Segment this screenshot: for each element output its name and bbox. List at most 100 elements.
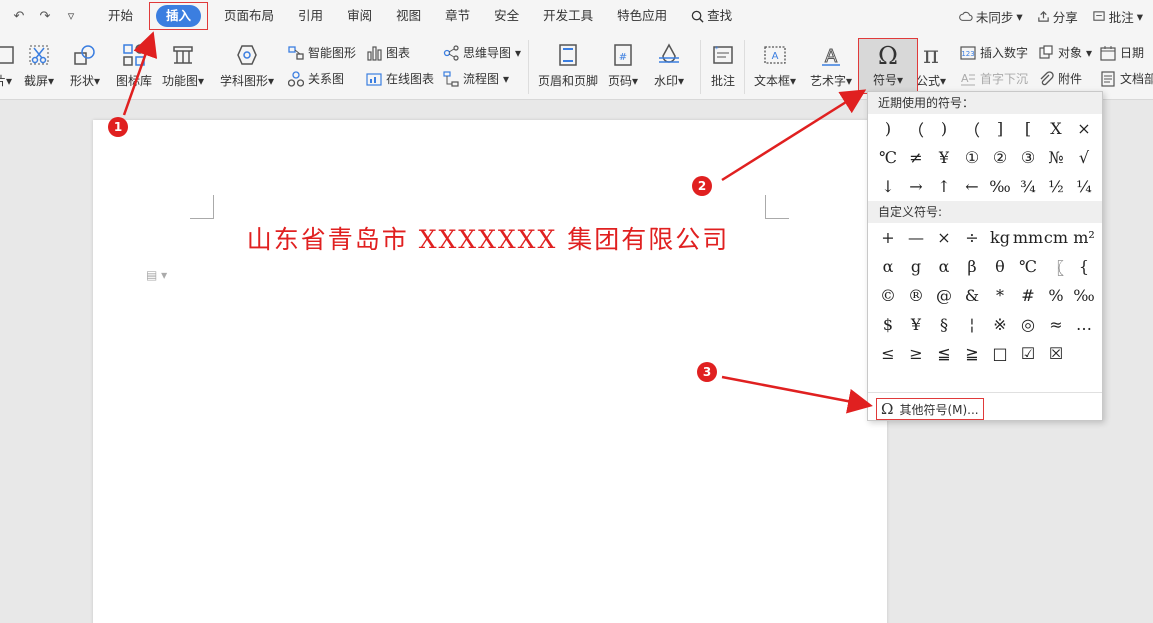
symbol-cell[interactable]: α bbox=[930, 252, 958, 281]
tab-insert[interactable]: 插入 bbox=[156, 5, 202, 27]
symbol-button[interactable]: Ω 符号▾ bbox=[858, 38, 918, 94]
tab-chapter[interactable]: 章节 bbox=[433, 5, 482, 27]
symbol-cell[interactable]: $ bbox=[874, 310, 902, 339]
symbol-cell[interactable]: × bbox=[930, 223, 958, 252]
date-button[interactable]: 日期 bbox=[1100, 44, 1144, 61]
symbol-cell[interactable]: ‰ bbox=[1070, 281, 1098, 310]
symbol-cell[interactable]: § bbox=[930, 310, 958, 339]
symbol-cell[interactable]: θ bbox=[986, 252, 1014, 281]
symbol-cell[interactable]: ) bbox=[874, 114, 902, 143]
customize-icon[interactable]: ▿ bbox=[60, 9, 82, 24]
symbol-cell[interactable]: 〖 bbox=[1042, 252, 1070, 281]
insert-number-button[interactable]: 123 插入数字 bbox=[960, 44, 1028, 61]
symbol-cell[interactable]: ¦ bbox=[958, 310, 986, 339]
symbol-cell[interactable]: ≦ bbox=[930, 339, 958, 368]
object-button[interactable]: 对象 ▾ bbox=[1038, 44, 1092, 61]
symbol-cell[interactable]: cm bbox=[1042, 223, 1070, 252]
symbol-cell[interactable]: g bbox=[902, 252, 930, 281]
picture-button-partial[interactable]: 片▾ bbox=[0, 40, 18, 89]
symbol-cell[interactable]: ↓ bbox=[874, 172, 902, 201]
symbol-cell[interactable]: ® bbox=[902, 281, 930, 310]
symbol-cell[interactable]: □ bbox=[986, 339, 1014, 368]
smart-shapes-button[interactable]: 智能图形 bbox=[288, 44, 356, 61]
symbol-cell[interactable]: mm bbox=[1013, 223, 1043, 252]
undo-icon[interactable]: ↶ bbox=[8, 9, 30, 24]
symbol-cell[interactable]: α bbox=[874, 252, 902, 281]
symbol-cell[interactable]: ※ bbox=[986, 310, 1014, 339]
textbox-button[interactable]: A 文本框▾ bbox=[754, 40, 796, 89]
symbol-cell[interactable]: ≈ bbox=[1042, 310, 1070, 339]
symbol-cell[interactable]: ≤ bbox=[874, 339, 902, 368]
header-footer-button[interactable]: 页眉和页脚 bbox=[538, 40, 598, 89]
tab-search[interactable]: 查找 bbox=[679, 5, 744, 27]
symbol-cell[interactable]: kg bbox=[986, 223, 1014, 252]
symbol-cell[interactable]: @ bbox=[930, 281, 958, 310]
symbol-cell[interactable]: X bbox=[1042, 114, 1070, 143]
other-symbols-button[interactable]: Ω 其他符号(M)... bbox=[876, 398, 984, 420]
flow-chart-button[interactable]: 流程图 ▾ bbox=[443, 70, 509, 87]
symbol-cell[interactable]: ② bbox=[986, 143, 1014, 172]
symbol-cell[interactable]: （ bbox=[958, 114, 986, 143]
symbol-cell[interactable]: ) bbox=[930, 114, 958, 143]
symbol-cell[interactable]: ≧ bbox=[958, 339, 986, 368]
symbol-cell[interactable]: + bbox=[874, 223, 902, 252]
symbol-cell[interactable]: [ bbox=[1014, 114, 1042, 143]
symbol-cell[interactable]: ≠ bbox=[902, 143, 930, 172]
symbol-cell[interactable]: ℃ bbox=[874, 143, 902, 172]
tab-security[interactable]: 安全 bbox=[482, 5, 531, 27]
symbol-cell[interactable]: © bbox=[874, 281, 902, 310]
relation-chart-button[interactable]: 关系图 bbox=[288, 70, 344, 87]
symbol-cell[interactable]: ] bbox=[986, 114, 1014, 143]
tab-developer[interactable]: 开发工具 bbox=[531, 5, 605, 27]
symbol-cell[interactable]: … bbox=[1070, 310, 1098, 339]
symbol-cell[interactable]: ↑ bbox=[930, 172, 958, 201]
document-title[interactable]: 山东省青岛市 XXXXXXX 集团有限公司 bbox=[233, 220, 743, 256]
symbol-cell[interactable]: — bbox=[902, 223, 930, 252]
icon-library-button[interactable]: 图标库 bbox=[116, 40, 152, 89]
symbol-cell[interactable]: ¾ bbox=[1014, 172, 1042, 201]
symbol-cell[interactable]: √ bbox=[1070, 143, 1098, 172]
symbol-cell[interactable]: ½ bbox=[1042, 172, 1070, 201]
function-chart-button[interactable]: 功能图▾ bbox=[162, 40, 204, 89]
symbol-cell[interactable]: { bbox=[1070, 252, 1098, 281]
symbol-cell[interactable]: ① bbox=[958, 143, 986, 172]
annotation-button[interactable]: * 批注 bbox=[708, 40, 738, 89]
symbol-cell[interactable]: m² bbox=[1070, 223, 1098, 252]
symbol-cell[interactable]: ☑ bbox=[1014, 339, 1042, 368]
share-button[interactable]: 分享 bbox=[1037, 7, 1078, 26]
symbol-cell[interactable]: * bbox=[986, 281, 1014, 310]
mind-map-button[interactable]: 思维导图 ▾ bbox=[443, 44, 521, 61]
art-text-button[interactable]: A 艺术字▾ bbox=[810, 40, 852, 89]
symbol-cell[interactable]: ¥ bbox=[902, 310, 930, 339]
symbol-cell[interactable]: ÷ bbox=[958, 223, 986, 252]
subject-shapes-button[interactable]: 学科图形▾ bbox=[220, 40, 274, 89]
tab-features[interactable]: 特色应用 bbox=[605, 5, 679, 27]
symbol-cell[interactable]: ☒ bbox=[1042, 339, 1070, 368]
formula-button[interactable]: π 公式▾ bbox=[916, 40, 946, 89]
symbol-cell[interactable]: % bbox=[1042, 281, 1070, 310]
symbol-cell[interactable]: ← bbox=[958, 172, 986, 201]
symbol-cell[interactable]: ¥ bbox=[930, 143, 958, 172]
comment-button[interactable]: 批注 ▾ bbox=[1092, 7, 1143, 26]
symbol-cell[interactable]: ‰ bbox=[986, 172, 1014, 201]
symbol-cell[interactable]: ¼ bbox=[1070, 172, 1098, 201]
symbol-cell[interactable]: ≥ bbox=[902, 339, 930, 368]
online-chart-button[interactable]: 在线图表 bbox=[366, 70, 434, 87]
drop-cap-button[interactable]: A 首字下沉 bbox=[960, 70, 1028, 87]
redo-icon[interactable]: ↷ bbox=[34, 9, 56, 24]
symbol-cell[interactable]: ◎ bbox=[1014, 310, 1042, 339]
tab-review[interactable]: 审阅 bbox=[335, 5, 384, 27]
page-number-button[interactable]: # 页码▾ bbox=[608, 40, 638, 89]
symbol-cell[interactable]: （ bbox=[902, 114, 930, 143]
symbol-cell[interactable]: β bbox=[958, 252, 986, 281]
document-page[interactable]: 山东省青岛市 XXXXXXX 集团有限公司 ▤ ▾ bbox=[93, 120, 887, 623]
screenshot-button[interactable]: 截屏▾ bbox=[24, 40, 54, 89]
symbol-cell[interactable]: & bbox=[958, 281, 986, 310]
attachment-button[interactable]: 附件 bbox=[1038, 70, 1082, 87]
symbol-cell[interactable]: № bbox=[1042, 143, 1070, 172]
symbol-cell[interactable]: × bbox=[1070, 114, 1098, 143]
tab-view[interactable]: 视图 bbox=[384, 5, 433, 27]
chart-button[interactable]: 图表 bbox=[366, 44, 410, 61]
paragraph-options-icon[interactable]: ▤ ▾ bbox=[146, 268, 167, 282]
symbol-cell[interactable]: # bbox=[1014, 281, 1042, 310]
